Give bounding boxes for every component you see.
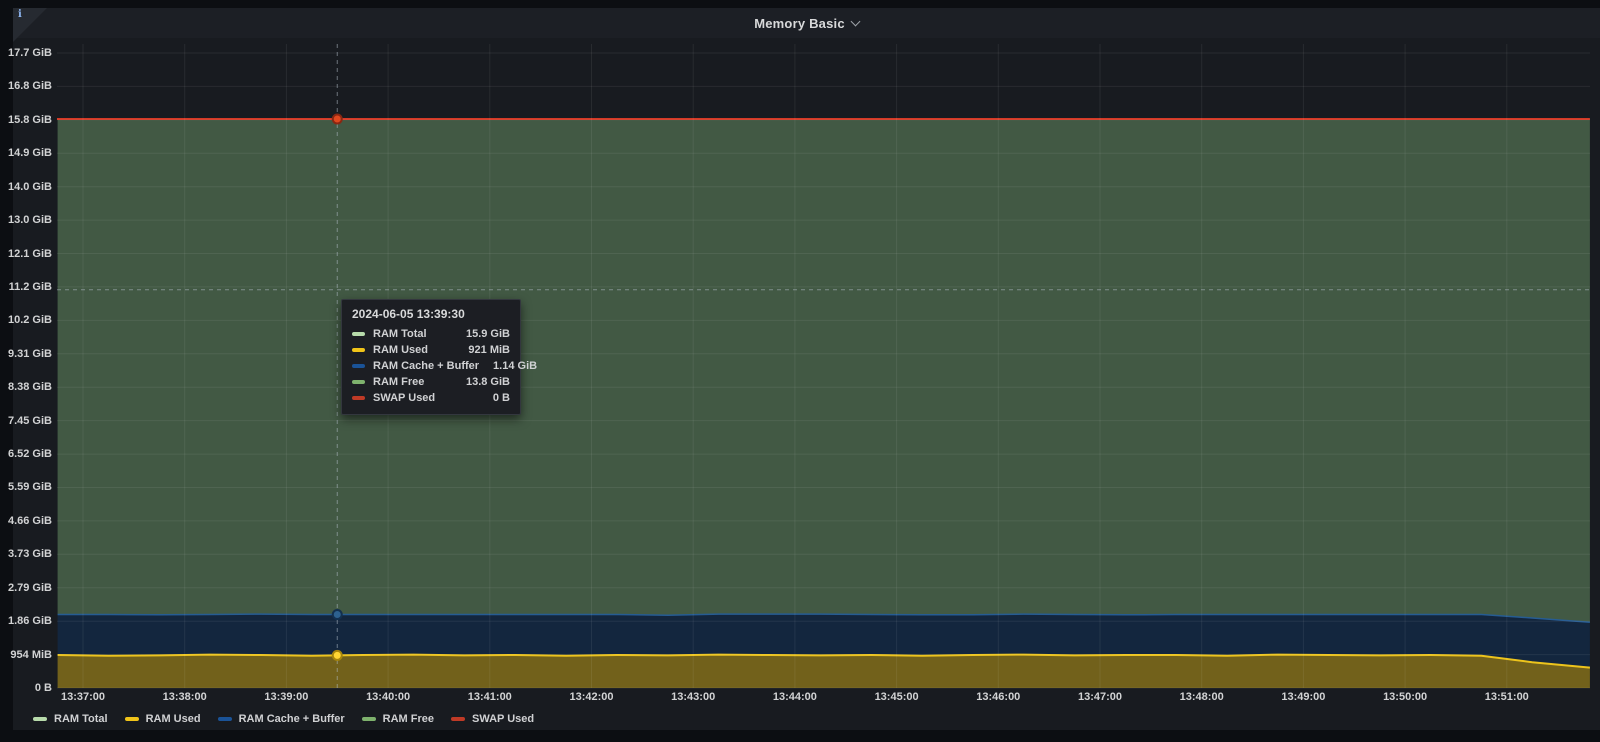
x-axis-tick-label: 13:50:00 [1369,691,1441,703]
x-axis-tick-label: 13:43:00 [657,691,729,703]
y-axis-tick-label: 0 B [2,682,52,694]
legend-series-swatch [451,717,465,721]
x-axis-tick-label: 13:40:00 [352,691,424,703]
series-color-swatch [352,380,365,384]
y-axis-tick-label: 14.9 GiB [2,147,52,159]
legend-item-swap-used[interactable]: SWAP Used [451,713,534,725]
grafana-panel: Memory Basic i 17.7 GiB16.8 GiB15.8 GiB1… [0,0,1600,742]
series-value: 1.14 GiB [493,360,537,372]
ram-used-area [58,655,1590,688]
legend-item-ram-used[interactable]: RAM Used [125,713,201,725]
series-value: 13.8 GiB [466,376,510,388]
x-axis-tick-label: 13:38:00 [149,691,221,703]
hover-point-ram-cache-buffer [333,610,342,619]
hover-point-ram-used [333,651,342,660]
x-axis-tick-label: 13:37:00 [47,691,119,703]
legend: RAM Total RAM Used RAM Cache + Buffer RAM F… [33,710,534,728]
x-axis-tick-label: 13:42:00 [556,691,628,703]
y-axis-tick-label: 16.8 GiB [2,80,52,92]
series-color-swatch [352,364,365,368]
x-axis-tick-label: 13:49:00 [1267,691,1339,703]
series-value: 921 MiB [468,344,510,356]
legend-series-label: RAM Cache + Buffer [239,713,345,725]
legend-series-label: SWAP Used [472,713,534,725]
series-label: RAM Cache + Buffer [373,360,493,372]
x-axis-tick-label: 13:41:00 [454,691,526,703]
y-axis-tick-label: 6.52 GiB [2,448,52,460]
y-axis-tick-label: 3.73 GiB [2,548,52,560]
series-color-swatch [352,332,365,336]
y-axis-tick-label: 15.8 GiB [2,114,52,126]
hover-point-swap-used [333,115,342,124]
y-axis-tick-label: 5.59 GiB [2,481,52,493]
y-axis-tick-label: 9.31 GiB [2,348,52,360]
y-axis-tick-label: 954 MiB [2,649,52,661]
x-axis-tick-label: 13:46:00 [962,691,1034,703]
tooltip: 2024-06-05 13:39:30 RAM Total15.9 GiBRAM… [341,299,521,415]
y-axis-tick-label: 10.2 GiB [2,314,52,326]
y-axis-tick-label: 13.0 GiB [2,214,52,226]
legend-series-swatch [125,717,139,721]
x-axis-tick-label: 13:45:00 [861,691,933,703]
tooltip-row: RAM Total15.9 GiB [352,326,510,342]
x-axis-tick-label: 13:48:00 [1166,691,1238,703]
series-value: 0 B [493,392,510,404]
y-axis-tick-label: 4.66 GiB [2,515,52,527]
legend-series-swatch [362,717,376,721]
x-axis-tick-label: 13:47:00 [1064,691,1136,703]
tooltip-row: SWAP Used0 B [352,390,510,406]
tooltip-timestamp: 2024-06-05 13:39:30 [352,307,510,321]
y-axis-tick-label: 14.0 GiB [2,181,52,193]
y-axis-tick-label: 17.7 GiB [2,47,52,59]
series-label: SWAP Used [373,392,493,404]
series-value: 15.9 GiB [466,328,510,340]
series-color-swatch [352,348,365,352]
legend-series-label: RAM Total [54,713,108,725]
y-axis-tick-label: 8.38 GiB [2,381,52,393]
y-axis-tick-label: 11.2 GiB [2,281,52,293]
legend-item-ram-cache-buffer[interactable]: RAM Cache + Buffer [218,713,345,725]
y-axis-tick-label: 2.79 GiB [2,582,52,594]
series-label: RAM Used [373,344,468,356]
legend-item-ram-total[interactable]: RAM Total [33,713,108,725]
y-axis-tick-label: 7.45 GiB [2,415,52,427]
series-label: RAM Free [373,376,466,388]
x-axis-tick-label: 13:44:00 [759,691,831,703]
legend-series-label: RAM Free [383,713,434,725]
ram-free-area [58,119,1590,622]
y-axis-tick-label: 12.1 GiB [2,248,52,260]
tooltip-row: RAM Used921 MiB [352,342,510,358]
series-color-swatch [352,396,365,400]
x-axis-tick-label: 13:51:00 [1471,691,1543,703]
x-axis-tick-label: 13:39:00 [250,691,322,703]
legend-item-ram-free[interactable]: RAM Free [362,713,434,725]
y-axis-tick-label: 1.86 GiB [2,615,52,627]
chart-canvas[interactable] [0,0,1600,742]
legend-series-swatch [33,717,47,721]
legend-series-swatch [218,717,232,721]
tooltip-row: RAM Free13.8 GiB [352,374,510,390]
legend-series-label: RAM Used [146,713,201,725]
series-label: RAM Total [373,328,466,340]
tooltip-row: RAM Cache + Buffer1.14 GiB [352,358,510,374]
